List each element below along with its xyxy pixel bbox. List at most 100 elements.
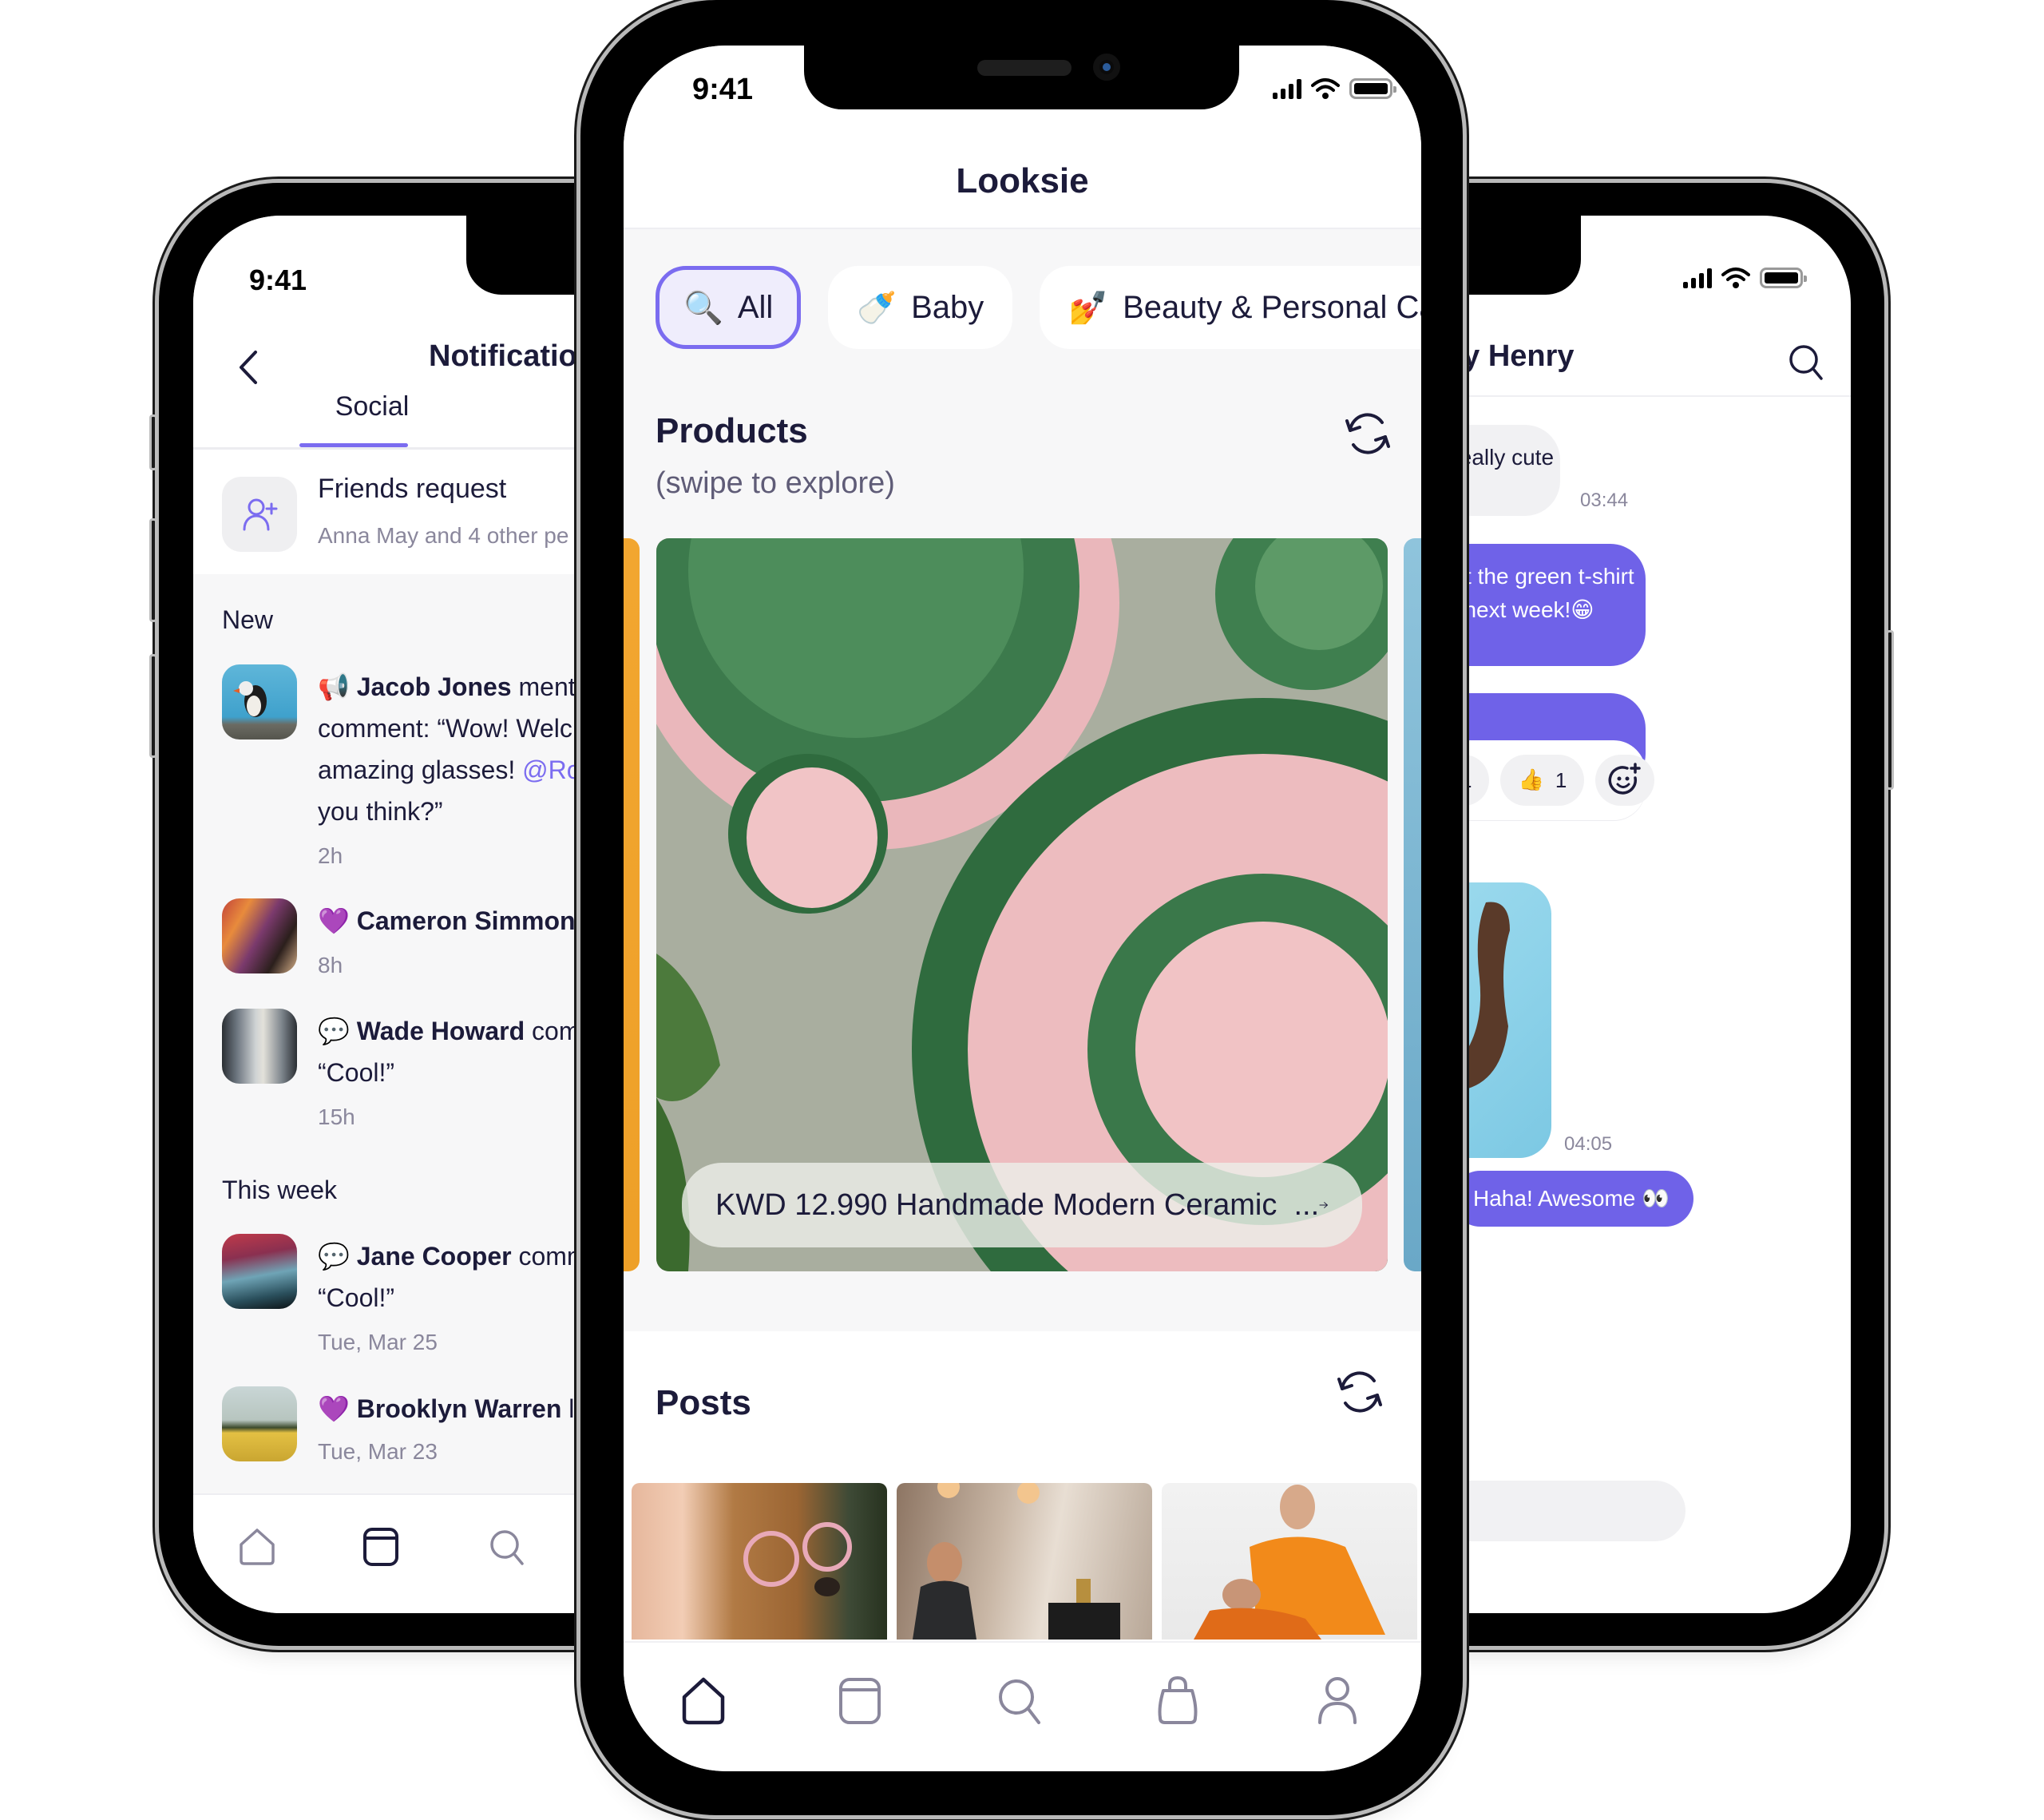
ceramic-cabbage-plates-photo [656, 538, 1388, 1271]
products-title: Products [656, 411, 808, 450]
notification-line: comment: “Wow! Welc [318, 714, 572, 743]
cellular-signal-icon [1683, 268, 1712, 288]
power-button [1886, 630, 1894, 790]
search-icon[interactable] [1788, 343, 1824, 382]
profile-icon[interactable] [1315, 1675, 1360, 1724]
status-time: 9:41 [692, 73, 754, 106]
bottom-nav [624, 1641, 1421, 1771]
speech-bubble-icon: 💬 [318, 1241, 350, 1271]
section-title-this-week: This week [222, 1176, 338, 1204]
feed-icon[interactable] [362, 1527, 399, 1567]
mute-switch [149, 414, 157, 470]
notification-time: 2h [318, 843, 343, 868]
notification-time: Tue, Mar 23 [318, 1439, 438, 1464]
search-icon[interactable] [997, 1678, 1042, 1726]
reaction-thumbs-up[interactable]: 👍 1 [1500, 755, 1585, 806]
chip-label: All [737, 289, 774, 325]
notch [804, 46, 1239, 109]
posts-title: Posts [656, 1383, 751, 1422]
cypress-field-photo [222, 1386, 297, 1461]
magnifier-emoji-icon: 🔍 [683, 289, 723, 327]
products-subtitle: (swipe to explore) [656, 466, 895, 500]
notification-actor: Cameron Simmons [356, 906, 590, 935]
notification-actor: Jacob Jones [356, 672, 512, 701]
friends-request-subtitle: Anna May and 4 other pe [318, 523, 569, 548]
post-thumbnail[interactable] [897, 1483, 1152, 1640]
notification-time: 8h [318, 953, 343, 977]
notification-line: amazing glasses! [318, 755, 523, 784]
cellular-signal-icon [1273, 78, 1301, 99]
notification-text: 💜 Brooklyn Warren like [318, 1388, 607, 1429]
message-time: 04:05 [1564, 1133, 1613, 1155]
puffin-photo [222, 664, 297, 739]
home-phone: 9:41 Looksie 🔍 All 🍼 Baby 💅 Beauty & Person… [580, 0, 1463, 1815]
previous-product-card[interactable] [624, 538, 640, 1271]
notification-time: 15h [318, 1104, 355, 1129]
shopping-bag-icon[interactable] [1155, 1675, 1200, 1726]
battery-icon [1760, 268, 1807, 288]
baby-bottle-emoji-icon: 🍼 [857, 289, 897, 327]
products-carousel[interactable]: KWD 12.990 Handmade Modern Ceramic ... [624, 538, 1421, 1271]
chevron-left-icon[interactable] [233, 347, 265, 387]
home-screen: 9:41 Looksie 🔍 All 🍼 Baby 💅 Beauty & Person… [624, 46, 1421, 1771]
product-card[interactable]: KWD 12.990 Handmade Modern Ceramic ... [656, 538, 1388, 1271]
feed-icon[interactable] [838, 1676, 882, 1726]
category-chip-baby[interactable]: 🍼 Baby [828, 266, 1013, 349]
app-title: Looksie [956, 161, 1089, 200]
purple-heart-icon: 💜 [318, 906, 350, 936]
search-icon[interactable] [489, 1529, 525, 1567]
tab-social[interactable]: Social [318, 391, 426, 422]
refresh-icon[interactable] [1334, 1368, 1385, 1416]
notification-actor: Brooklyn Warren [356, 1394, 562, 1423]
product-price-pill[interactable]: KWD 12.990 Handmade Modern Ceramic ... [682, 1163, 1362, 1247]
wifi-icon [1721, 268, 1750, 288]
home-icon[interactable] [681, 1676, 726, 1726]
notification-line: “Cool!” [318, 1058, 395, 1087]
notification-actor: Jane Cooper [356, 1242, 512, 1271]
status-icons [1273, 77, 1396, 100]
status-time: 9:41 [249, 264, 307, 296]
chip-label: Beauty & Personal Car [1123, 289, 1421, 325]
notification-line: menti [511, 672, 581, 701]
user-plus-icon [222, 477, 297, 552]
notification-text: 💬 Jane Cooper comm “Cool!” [318, 1235, 588, 1318]
nail-polish-emoji-icon: 💅 [1068, 289, 1109, 327]
home-icon[interactable] [238, 1527, 276, 1567]
man-in-kitchen-photo [913, 1483, 1120, 1640]
notification-actor: Wade Howard [356, 1017, 525, 1045]
volume-down-button [149, 654, 157, 758]
arrow-right-icon[interactable] [1319, 1191, 1329, 1219]
notification-line: “Cool!” [318, 1283, 395, 1312]
reaction-count: 1 [1555, 767, 1567, 792]
front-camera [1093, 54, 1120, 81]
app-showcase: 9:41 Notificatio Social Friends request … [0, 0, 2044, 1820]
next-product-card[interactable] [1404, 538, 1421, 1271]
posts-grid [632, 1483, 1417, 1640]
chat-title: ey Henry [1446, 339, 1575, 373]
couple-in-orange-photo [1194, 1485, 1385, 1640]
add-reaction-icon [1608, 763, 1642, 795]
product-price: KWD 12.990 [715, 1188, 888, 1222]
battery-icon [1349, 78, 1396, 99]
refresh-icon[interactable] [1342, 410, 1393, 458]
ink-swirl-photo [222, 1234, 297, 1309]
notification-line: you think?” [318, 797, 443, 826]
notification-text: 📢 Jacob Jones menti comment: “Wow! Welc … [318, 666, 581, 832]
post-thumbnail[interactable] [1162, 1483, 1417, 1640]
woman-and-dog-with-glasses-photo [743, 1522, 852, 1596]
volume-up-button [149, 518, 157, 622]
notification-line: comm [511, 1242, 588, 1271]
friends-request-title: Friends request [318, 474, 507, 504]
product-name-ellipsis: ... [1293, 1188, 1320, 1222]
notification-time: Tue, Mar 25 [318, 1330, 438, 1354]
notification-text: 💜 Cameron Simmons [318, 900, 589, 942]
mention-link[interactable]: @Ro [522, 755, 580, 784]
status-icons [1683, 267, 1807, 289]
post-thumbnail[interactable] [632, 1483, 887, 1640]
category-chip-beauty[interactable]: 💅 Beauty & Personal Car [1040, 266, 1421, 349]
category-chip-all[interactable]: 🔍 All [656, 266, 802, 349]
add-reaction-button[interactable] [1595, 755, 1655, 806]
thumbs-up-emoji-icon: 👍 [1518, 768, 1544, 792]
message-time: 03:44 [1580, 490, 1629, 511]
category-chips: 🔍 All 🍼 Baby 💅 Beauty & Personal Car [656, 266, 1421, 349]
